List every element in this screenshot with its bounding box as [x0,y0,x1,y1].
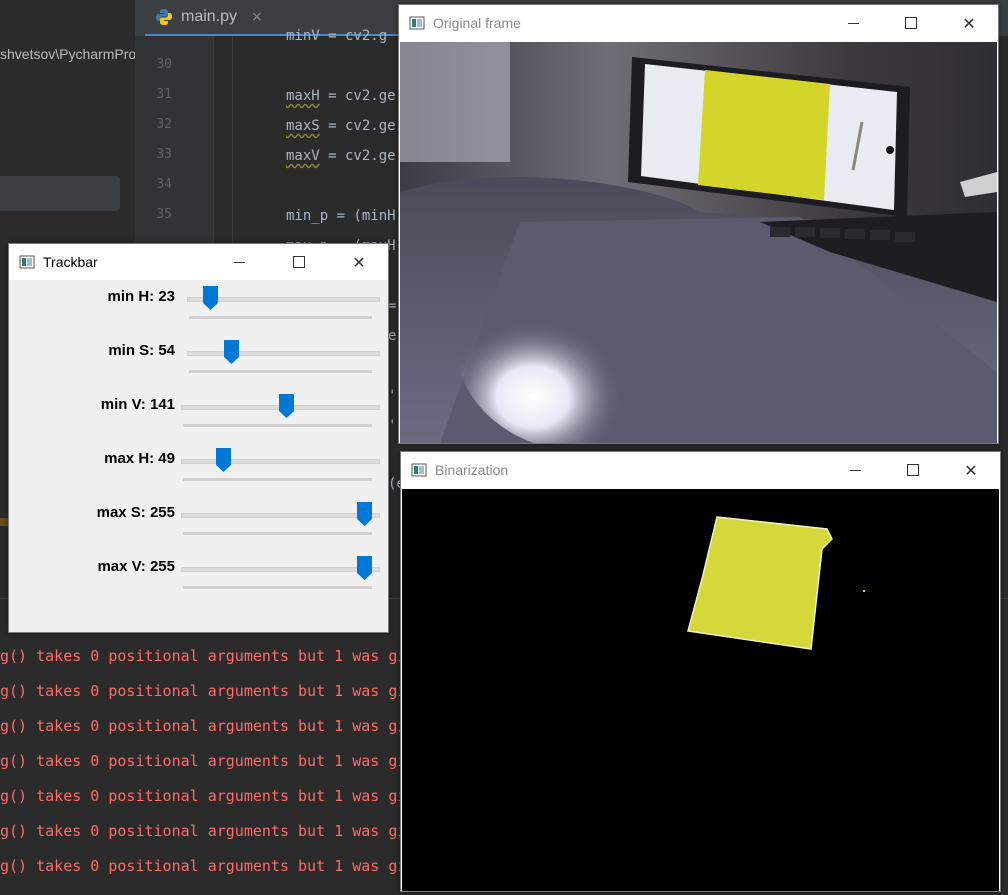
trackbar-label: min V: 141 [100,396,175,413]
maximize-button[interactable] [884,452,942,488]
trackbar-thumb[interactable] [215,448,231,472]
trackbar-underline [189,316,372,319]
trackbar-thumb[interactable] [357,502,372,526]
trackbar-thumb[interactable] [357,556,372,580]
window-titlebar[interactable]: Binarization ✕ [401,452,1000,488]
trackbar-window[interactable]: Trackbar ✕ min H: 23 min S: 54 min V: 141 m… [8,243,389,633]
code-line: minV = cv2.g [286,28,388,44]
line-number: 32 [156,117,172,132]
console-error-line: g() takes 0 positional arguments but 1 w… [0,647,407,665]
tab-close-icon[interactable]: × [251,9,263,25]
code-expression: = cv2.ge [319,148,396,164]
maximize-button[interactable] [270,244,328,280]
maximize-button[interactable] [882,5,940,41]
python-file-icon [156,9,172,25]
window-title: Binarization [435,462,509,478]
line-number: 30 [156,57,172,72]
code-variable: maxH [286,88,320,104]
trackbar-track[interactable] [181,567,380,572]
trackbar-underline [183,478,372,481]
code-expression: = cv2.ge [319,88,396,104]
trackbar-thumb[interactable] [223,340,239,364]
opencv-window-icon [19,255,35,269]
code-expression: = cv2.ge [319,118,396,134]
close-button[interactable]: ✕ [330,244,388,280]
opencv-window-icon [409,16,425,30]
trackbar-label: max S: 255 [96,504,175,521]
console-error-line: g() takes 0 positional arguments but 1 w… [0,822,407,840]
camera-frame-image [400,42,997,443]
line-number: 31 [156,87,172,102]
window-title: Original frame [433,15,521,31]
console-error-line: g() takes 0 positional arguments but 1 w… [0,717,407,735]
window-titlebar[interactable]: Trackbar ✕ [9,244,388,280]
minimize-icon [849,469,861,471]
original-frame-window[interactable]: Original frame ✕ [398,4,999,444]
window-titlebar[interactable]: Original frame ✕ [399,5,998,41]
project-selection-highlight[interactable] [0,176,120,211]
code-line: maxH = cv2.ge [286,88,396,104]
project-path[interactable]: shvetsov\PycharmPro [0,46,136,62]
trackbar-label: min H: 23 [107,288,175,305]
binarization-window[interactable]: Binarization ✕ [400,451,1001,892]
console-error-line: g() takes 0 positional arguments but 1 w… [0,682,407,700]
trackbar-panel: min H: 23 min S: 54 min V: 141 max H: 49 max… [9,280,388,632]
close-icon: ✕ [352,252,366,272]
line-number: 34 [156,177,172,192]
trackbar-label: max H: 49 [104,450,175,467]
trackbar-thumb[interactable] [203,286,219,310]
trackbar-track[interactable] [187,351,380,356]
close-button[interactable]: ✕ [940,5,998,41]
trackbar-track[interactable] [181,459,380,464]
close-icon: ✕ [962,13,976,33]
console-error-line: g() takes 0 positional arguments but 1 w… [0,787,407,805]
trackbar-row: min S: 54 [9,338,389,392]
trackbar-row: min H: 23 [9,284,389,338]
console-error-line: g() takes 0 positional arguments but 1 w… [0,752,407,770]
line-number: 33 [156,147,172,162]
trackbar-underline [183,532,372,535]
trackbar-row: max S: 255 [9,500,389,554]
code-fragment: = [388,298,397,314]
trackbar-row: min V: 141 [9,392,389,446]
trackbar-row: max H: 49 [9,446,389,500]
opencv-window-icon [411,463,427,477]
trackbar-thumb[interactable] [278,394,294,418]
trackbar-row: max V: 255 [9,554,389,608]
minimize-icon [233,261,245,263]
code-line: maxV = cv2.ge [286,148,396,164]
close-icon: ✕ [964,460,978,480]
trackbar-underline [183,586,372,589]
close-button[interactable]: ✕ [942,452,1000,488]
minimize-button[interactable] [824,5,882,41]
maximize-icon [907,464,919,476]
minimize-button[interactable] [210,244,268,280]
tab-label: main.py [181,8,238,25]
code-variable: maxV [286,148,320,164]
code-fragment: e [388,328,397,344]
console-error-line: g() takes 0 positional arguments but 1 w… [0,857,407,875]
trackbar-label: max V: 255 [97,558,175,575]
maximize-icon [905,17,917,29]
code-line: min_p = (minH [286,208,396,224]
binarized-image [402,489,999,891]
trackbar-underline [183,424,372,427]
trackbar-underline [189,370,372,373]
line-number: 35 [156,207,172,222]
trackbar-label: min S: 54 [108,342,175,359]
code-variable: maxS [286,118,320,134]
minimize-icon [847,22,859,24]
code-line: maxS = cv2.ge [286,118,396,134]
window-title: Trackbar [43,254,98,270]
trackbar-track[interactable] [181,513,380,518]
minimize-button[interactable] [826,452,884,488]
maximize-icon [293,256,305,268]
